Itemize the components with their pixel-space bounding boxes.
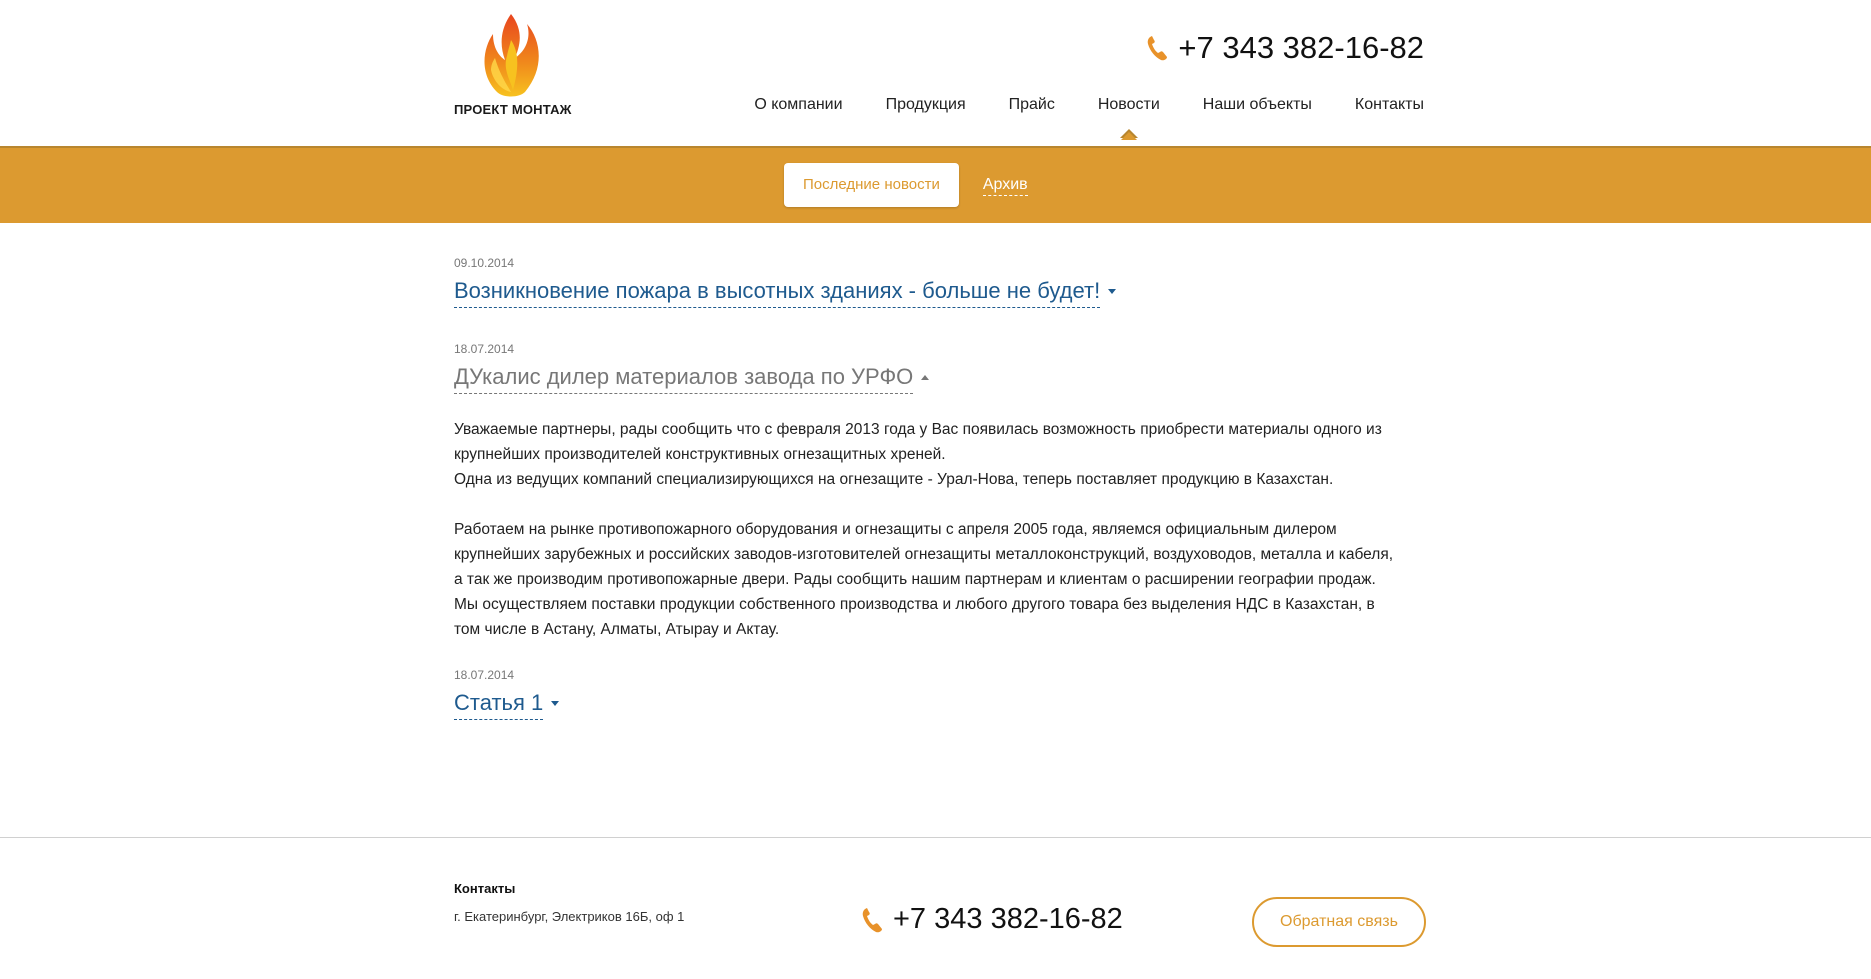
news-subnav-bar: Последние новости Архив — [0, 148, 1871, 223]
news-item: 09.10.2014 Возникновение пожара в высотн… — [454, 255, 1424, 341]
nav-item-price[interactable]: Прайс — [1009, 96, 1055, 114]
site-footer: Контакты г. Екатеринбург, Электриков 16Б… — [0, 837, 1871, 979]
news-item: 18.07.2014 Статья 1 — [454, 667, 1424, 720]
news-title-link[interactable]: ДУкалис дилер материалов завода по УРФО — [454, 363, 914, 394]
news-title-link[interactable]: Статья 1 — [454, 689, 544, 720]
tab-archive[interactable]: Архив — [982, 175, 1028, 196]
news-title-row: Статья 1 — [454, 689, 1424, 720]
news-paragraph: Работаем на рынке противопожарного обору… — [454, 521, 1394, 638]
nav-item-about[interactable]: О компании — [754, 96, 842, 114]
header-phone-number: +7 343 382-16-82 — [1178, 30, 1424, 65]
caret-down-icon[interactable] — [551, 701, 560, 706]
logo[interactable]: ПРОЕКТ МОНТАЖ — [454, 12, 584, 122]
news-paragraph-line: Уважаемые партнеры, рады сообщить что с … — [454, 421, 1382, 463]
news-paragraph-line: Одна из ведущих компаний специализирующи… — [454, 471, 1334, 488]
news-title-row: ДУкалис дилер материалов завода по УРФО — [454, 363, 1424, 394]
main-nav: О компании Продукция Прайс Новости Наши … — [711, 96, 1424, 140]
news-subtabs: Последние новости Архив — [784, 163, 1028, 207]
header-phone[interactable]: +7 343 382-16-82 — [1146, 30, 1424, 66]
footer-phone-number: +7 343 382-16-82 — [893, 903, 1123, 935]
phone-icon — [1148, 36, 1168, 61]
footer-address: г. Екатеринбург, Электриков 16Б, оф 1 — [454, 909, 685, 924]
news-list: 09.10.2014 Возникновение пожара в высотн… — [454, 255, 1424, 720]
news-date: 18.07.2014 — [454, 342, 515, 356]
tab-latest-news[interactable]: Последние новости — [784, 163, 959, 207]
caret-down-icon[interactable] — [1108, 289, 1117, 294]
site-header: ПРОЕКТ МОНТАЖ +7 343 382-16-82 О компани… — [0, 0, 1871, 148]
caret-up-icon[interactable] — [921, 375, 930, 380]
nav-item-objects[interactable]: Наши объекты — [1203, 96, 1312, 114]
footer-phone[interactable]: +7 343 382-16-82 — [861, 903, 1123, 936]
phone-icon — [862, 907, 882, 932]
flame-logo-icon — [484, 14, 539, 97]
news-date: 09.10.2014 — [454, 256, 515, 270]
nav-item-news[interactable]: Новости — [1098, 96, 1160, 140]
news-title-link[interactable]: Возникновение пожара в высотных зданиях … — [454, 277, 1101, 308]
news-body: Уважаемые партнеры, рады сообщить что с … — [454, 417, 1404, 642]
nav-item-products[interactable]: Продукция — [886, 96, 966, 114]
news-date: 18.07.2014 — [454, 668, 515, 682]
feedback-button[interactable]: Обратная связь — [1252, 897, 1426, 947]
news-title-row: Возникновение пожара в высотных зданиях … — [454, 277, 1424, 308]
news-paragraph: Уважаемые партнеры, рады сообщить что с … — [454, 417, 1404, 492]
footer-contacts-title: Контакты — [454, 881, 516, 896]
news-item: 18.07.2014 ДУкалис дилер материалов заво… — [454, 341, 1424, 667]
nav-item-contacts[interactable]: Контакты — [1355, 96, 1424, 114]
brand-name: ПРОЕКТ МОНТАЖ — [454, 102, 572, 117]
